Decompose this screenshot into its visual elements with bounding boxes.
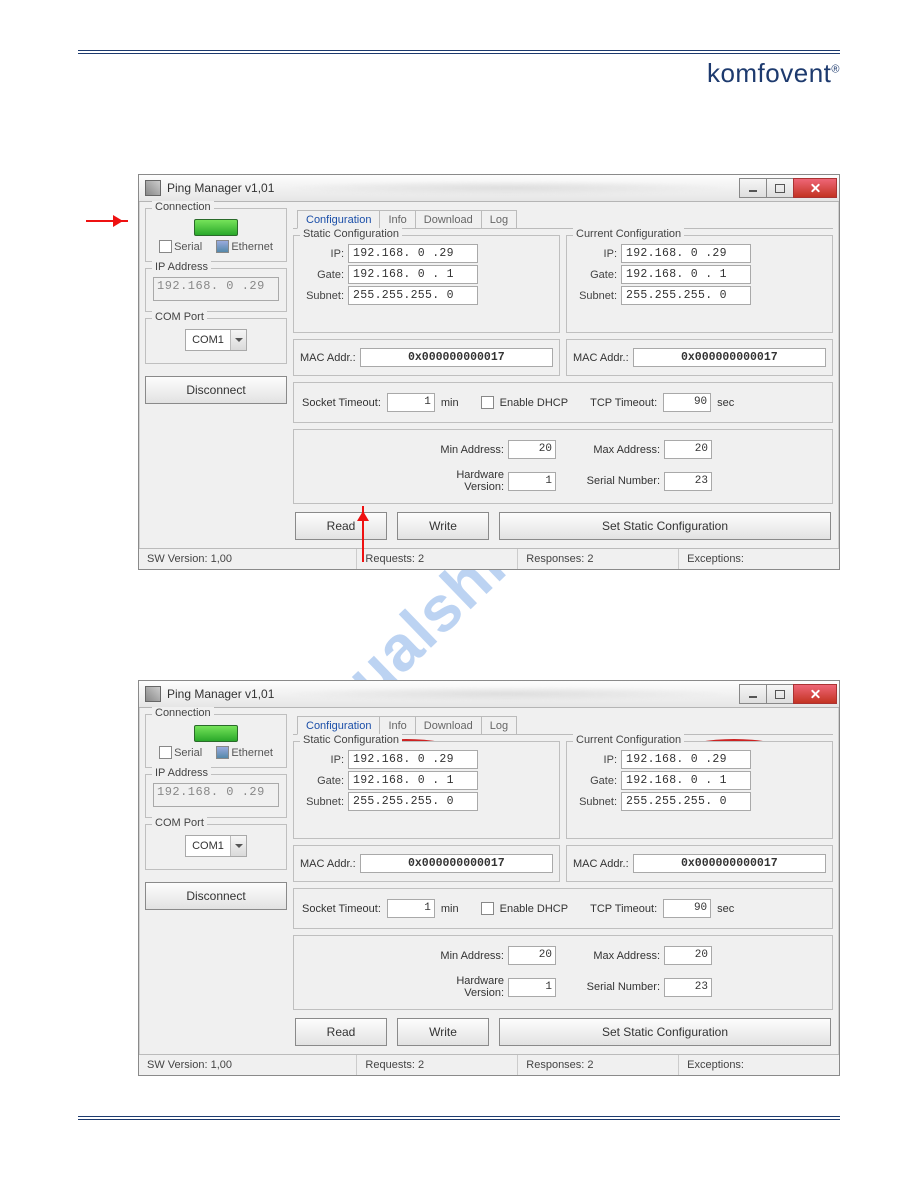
static-gate-input[interactable]: 192.168. 0 . 1 — [348, 771, 478, 790]
static-config-group: Static Configuration IP:192.168. 0 .29 G… — [293, 741, 560, 839]
maximize-button[interactable] — [766, 178, 794, 198]
connection-led-icon — [194, 725, 238, 742]
connection-led-icon — [194, 219, 238, 236]
screenshot-1: Ping Manager v1,01 Connection Serial Eth — [78, 174, 840, 570]
device-info-group: Min Address:20 Max Address:20 Hardware V… — [293, 935, 833, 1010]
minimize-button[interactable] — [739, 684, 767, 704]
close-button[interactable] — [793, 178, 837, 198]
window-title: Ping Manager v1,01 — [167, 687, 274, 701]
ip-address-group: IP Address 192.168. 0 .29 — [145, 268, 287, 312]
set-static-button[interactable]: Set Static Configuration — [499, 1018, 831, 1046]
timeout-group: Socket Timeout: 1 min Enable DHCP TCP Ti… — [293, 888, 833, 929]
ethernet-radio[interactable]: Ethernet — [216, 240, 273, 253]
close-button[interactable] — [793, 684, 837, 704]
ip-address-group: IP Address 192.168. 0 .29 — [145, 774, 287, 818]
write-button[interactable]: Write — [397, 1018, 489, 1046]
static-subnet-input[interactable]: 255.255.255. 0 — [348, 286, 478, 305]
current-ip-field: 192.168. 0 .29 — [621, 244, 751, 263]
app-icon — [145, 686, 161, 702]
screenshot-2: Ping Manager v1,01 Connection Serial Eth — [78, 680, 840, 1076]
status-bar: SW Version: 1,00 Requests: 2 Responses: … — [139, 1054, 839, 1075]
tabs: Configuration Info Download Log — [293, 714, 833, 735]
static-ip-input[interactable]: 192.168. 0 .29 — [348, 750, 478, 769]
current-subnet-field: 255.255.255. 0 — [621, 792, 751, 811]
titlebar: Ping Manager v1,01 — [139, 681, 839, 708]
device-info-group: Min Address:20 Max Address:20 Hardware V… — [293, 429, 833, 504]
tab-log[interactable]: Log — [481, 210, 517, 228]
tab-download[interactable]: Download — [415, 716, 482, 734]
ip-address-input[interactable]: 192.168. 0 .29 — [153, 783, 279, 807]
tcp-timeout-input[interactable]: 90 — [663, 899, 711, 918]
app-window: Ping Manager v1,01 Connection Serial Eth — [138, 174, 840, 570]
static-subnet-input[interactable]: 255.255.255. 0 — [348, 792, 478, 811]
tab-download[interactable]: Download — [415, 210, 482, 228]
brand-logo: komfovent® — [707, 58, 840, 89]
static-ip-input[interactable]: 192.168. 0 .29 — [348, 244, 478, 263]
dhcp-checkbox[interactable] — [481, 902, 494, 915]
com-port-select[interactable]: COM1 — [185, 329, 247, 351]
tab-configuration[interactable]: Configuration — [297, 210, 380, 229]
tabs: Configuration Info Download Log — [293, 208, 833, 229]
serial-radio[interactable]: Serial — [159, 240, 202, 253]
current-gate-field: 192.168. 0 . 1 — [621, 265, 751, 284]
static-gate-input[interactable]: 192.168. 0 . 1 — [348, 265, 478, 284]
dhcp-checkbox[interactable] — [481, 396, 494, 409]
read-button[interactable]: Read — [295, 512, 387, 540]
com-port-select[interactable]: COM1 — [185, 835, 247, 857]
connection-group: Connection Serial Ethernet — [145, 208, 287, 262]
connection-group: Connection Serial Ethernet — [145, 714, 287, 768]
mac-current: MAC Addr.:0x000000000017 — [566, 845, 833, 882]
write-button[interactable]: Write — [397, 512, 489, 540]
window-title: Ping Manager v1,01 — [167, 181, 274, 195]
com-port-group: COM Port COM1 — [145, 824, 287, 870]
chevron-down-icon — [230, 836, 246, 856]
ip-address-input[interactable]: 192.168. 0 .29 — [153, 277, 279, 301]
current-config-group: Current Configuration IP:192.168. 0 .29 … — [566, 235, 833, 333]
tab-log[interactable]: Log — [481, 716, 517, 734]
maximize-button[interactable] — [766, 684, 794, 704]
com-port-group: COM Port COM1 — [145, 318, 287, 364]
socket-timeout-input[interactable]: 1 — [387, 393, 435, 412]
set-static-button[interactable]: Set Static Configuration — [499, 512, 831, 540]
titlebar: Ping Manager v1,01 — [139, 175, 839, 202]
mac-static: MAC Addr.:0x000000000017 — [293, 845, 560, 882]
status-bar: SW Version: 1,00 Requests: 2 Responses: … — [139, 548, 839, 569]
current-ip-field: 192.168. 0 .29 — [621, 750, 751, 769]
socket-timeout-input[interactable]: 1 — [387, 899, 435, 918]
disconnect-button[interactable]: Disconnect — [145, 882, 287, 910]
red-arrow-up-icon — [362, 506, 364, 562]
current-subnet-field: 255.255.255. 0 — [621, 286, 751, 305]
read-button[interactable]: Read — [295, 1018, 387, 1046]
app-icon — [145, 180, 161, 196]
mac-current: MAC Addr.:0x000000000017 — [566, 339, 833, 376]
current-config-group: Current Configuration IP:192.168. 0 .29 … — [566, 741, 833, 839]
serial-radio[interactable]: Serial — [159, 746, 202, 759]
chevron-down-icon — [230, 330, 246, 350]
tab-configuration[interactable]: Configuration — [297, 716, 380, 735]
current-gate-field: 192.168. 0 . 1 — [621, 771, 751, 790]
tab-info[interactable]: Info — [379, 210, 415, 228]
disconnect-button[interactable]: Disconnect — [145, 376, 287, 404]
tab-info[interactable]: Info — [379, 716, 415, 734]
ethernet-radio[interactable]: Ethernet — [216, 746, 273, 759]
red-arrow-right-icon — [86, 220, 128, 222]
app-window: Ping Manager v1,01 Connection Serial Eth — [138, 680, 840, 1076]
minimize-button[interactable] — [739, 178, 767, 198]
tcp-timeout-input[interactable]: 90 — [663, 393, 711, 412]
static-config-group: Static Configuration IP:192.168. 0 .29 G… — [293, 235, 560, 333]
timeout-group: Socket Timeout: 1 min Enable DHCP TCP Ti… — [293, 382, 833, 423]
mac-static: MAC Addr.:0x000000000017 — [293, 339, 560, 376]
